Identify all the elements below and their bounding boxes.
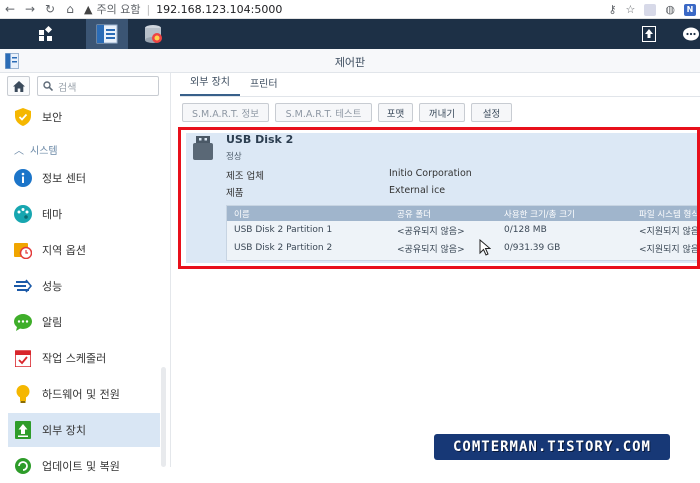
table-header: 이름 공유 폴더 사용한 크기/총 크기 파일 시스템 형식 bbox=[227, 206, 699, 221]
device-panel[interactable]: USB Disk 2 정상 제조 업체 Initio Corporation 제… bbox=[186, 133, 700, 263]
partition-name: USB Disk 2 Partition 2 bbox=[234, 243, 333, 253]
search-placeholder: 검색 bbox=[58, 82, 77, 94]
upload-queue-icon[interactable] bbox=[636, 19, 662, 49]
security-label: 주의 요함 bbox=[96, 3, 141, 16]
sidebar-item-theme[interactable]: 테마 bbox=[8, 197, 160, 231]
control-panel-taskbar-icon[interactable] bbox=[86, 19, 128, 49]
column-header-file-system[interactable]: 파일 시스템 형식 bbox=[639, 208, 699, 220]
calendar-check-icon bbox=[14, 349, 32, 367]
partition-size: 0/128 MB bbox=[504, 225, 547, 235]
upload-icon bbox=[14, 421, 32, 439]
product-label: 제품 bbox=[226, 188, 244, 199]
tab-bar: 외부 장치 프린터 bbox=[180, 73, 700, 97]
window-title: 제어판 bbox=[334, 56, 366, 69]
partition-file-system: <지원되지 않음> bbox=[639, 244, 700, 255]
chat-bubble-icon bbox=[14, 313, 32, 331]
window-titlebar: 제어판 bbox=[0, 49, 700, 73]
device-toolbar: S.M.A.R.T. 정보 S.M.A.R.T. 테스트 포맷 꺼내기 설정 bbox=[182, 103, 512, 122]
sidebar-item-label: 업데이트 및 복원 bbox=[42, 460, 120, 473]
sidebar-item-label: 성능 bbox=[42, 280, 63, 293]
manufacturer-value: Initio Corporation bbox=[389, 168, 472, 179]
search-icon bbox=[43, 81, 53, 91]
profile-icon[interactable]: N bbox=[684, 3, 696, 16]
forward-icon[interactable]: → bbox=[20, 0, 40, 19]
address-bar[interactable]: ▲ 주의 요함 | 192.168.123.104:5000 bbox=[84, 1, 282, 17]
sidebar-item-info-center[interactable]: 정보 센터 bbox=[8, 161, 160, 195]
storage-manager-taskbar-icon[interactable] bbox=[134, 19, 172, 49]
update-icon bbox=[14, 457, 32, 475]
sidebar-item-label: 지역 옵션 bbox=[42, 244, 86, 257]
main-menu-icon[interactable] bbox=[30, 19, 62, 49]
partition-file-system: <지원되지 않음> bbox=[639, 226, 700, 237]
warning-icon: ▲ bbox=[84, 2, 93, 16]
search-input[interactable]: 검색 bbox=[37, 76, 159, 96]
star-icon[interactable]: ☆ bbox=[626, 3, 636, 16]
partition-shared-folder: <공유되지 않음> bbox=[397, 244, 465, 255]
eject-button[interactable]: 꺼내기 bbox=[419, 103, 465, 122]
usb-drive-icon bbox=[193, 136, 213, 160]
info-icon bbox=[14, 169, 32, 187]
smart-info-button[interactable]: S.M.A.R.T. 정보 bbox=[182, 103, 269, 122]
sidebar-item-label: 하드웨어 및 전원 bbox=[42, 388, 120, 401]
back-icon[interactable]: ← bbox=[0, 0, 20, 19]
partition-table: 이름 공유 폴더 사용한 크기/총 크기 파일 시스템 형식 USB Disk … bbox=[226, 205, 700, 261]
sidebar-item-hardware-power[interactable]: 하드웨어 및 전원 bbox=[8, 377, 160, 411]
sidebar-section-label: 시스템 bbox=[30, 146, 58, 157]
column-header-name[interactable]: 이름 bbox=[234, 208, 250, 220]
sidebar-item-external-devices[interactable]: 외부 장치 bbox=[8, 413, 160, 447]
browser-toolbar: ← → ↻ ⌂ ▲ 주의 요함 | 192.168.123.104:5000 ⚷… bbox=[0, 0, 700, 19]
extension-icon[interactable] bbox=[644, 3, 657, 16]
clock-calendar-icon bbox=[14, 241, 32, 259]
globe-icon[interactable]: ◍ bbox=[665, 3, 675, 16]
performance-icon bbox=[14, 277, 32, 295]
sidebar-item-notification[interactable]: 알림 bbox=[8, 305, 160, 339]
url-divider: | bbox=[146, 2, 151, 16]
settings-button[interactable]: 설정 bbox=[471, 103, 512, 122]
url-text: 192.168.123.104:5000 bbox=[156, 2, 283, 16]
sidebar-item-label: 테마 bbox=[42, 208, 63, 221]
partition-size: 0/931.39 GB bbox=[504, 243, 561, 253]
sidebar-item-security[interactable]: 보안 bbox=[8, 100, 160, 134]
device-name: USB Disk 2 bbox=[226, 133, 294, 146]
table-row[interactable]: USB Disk 2 Partition 1 <공유되지 않음> 0/128 M… bbox=[227, 221, 700, 239]
shield-icon bbox=[14, 108, 32, 126]
partition-shared-folder: <공유되지 않음> bbox=[397, 226, 465, 237]
chevron-up-icon: ︿ bbox=[14, 146, 24, 157]
sidebar-item-task-scheduler[interactable]: 작업 스케줄러 bbox=[8, 341, 160, 375]
format-button[interactable]: 포맷 bbox=[378, 103, 413, 122]
partition-name: USB Disk 2 Partition 1 bbox=[234, 225, 333, 235]
tab-printer[interactable]: 프린터 bbox=[240, 75, 288, 96]
tab-external-devices[interactable]: 외부 장치 bbox=[180, 73, 240, 96]
house-icon bbox=[12, 80, 25, 92]
sidebar-item-label: 외부 장치 bbox=[42, 424, 86, 437]
sidebar: 검색 보안 ︿ 시스템 정보 센터 테마 지역 옵션 성능 알림 작업 스케줄러… bbox=[0, 73, 171, 474]
sidebar-item-label: 보안 bbox=[42, 111, 63, 124]
product-value: External ice bbox=[389, 185, 446, 196]
home-button[interactable] bbox=[7, 76, 30, 96]
sidebar-item-regional-options[interactable]: 지역 옵션 bbox=[8, 233, 160, 267]
palette-icon bbox=[14, 205, 32, 223]
watermark: COMTERMAN.TISTORY.COM bbox=[434, 434, 670, 460]
column-header-used-total[interactable]: 사용한 크기/총 크기 bbox=[504, 208, 575, 220]
dsm-taskbar bbox=[0, 19, 700, 49]
device-status: 정상 bbox=[226, 152, 242, 162]
sidebar-item-update-restore[interactable]: 업데이트 및 복원 bbox=[8, 449, 160, 483]
table-row[interactable]: USB Disk 2 Partition 2 <공유되지 않음> 0/931.3… bbox=[227, 239, 700, 257]
sidebar-item-label: 정보 센터 bbox=[42, 172, 86, 185]
sidebar-item-label: 작업 스케줄러 bbox=[42, 352, 107, 365]
smart-test-button[interactable]: S.M.A.R.T. 테스트 bbox=[275, 103, 372, 122]
sidebar-item-performance[interactable]: 성능 bbox=[8, 269, 160, 303]
sidebar-section-system[interactable]: ︿ 시스템 bbox=[14, 142, 58, 157]
sidebar-item-label: 알림 bbox=[42, 316, 63, 329]
home-icon[interactable]: ⌂ bbox=[60, 0, 80, 19]
sidebar-scrollbar[interactable] bbox=[161, 367, 166, 467]
chat-icon[interactable] bbox=[680, 19, 700, 49]
lightbulb-icon bbox=[14, 385, 32, 403]
column-header-shared-folder[interactable]: 공유 폴더 bbox=[397, 208, 431, 220]
reload-icon[interactable]: ↻ bbox=[40, 0, 60, 19]
mouse-cursor-icon bbox=[479, 239, 491, 256]
key-icon[interactable]: ⚷ bbox=[608, 3, 616, 16]
manufacturer-label: 제조 업체 bbox=[226, 171, 264, 182]
